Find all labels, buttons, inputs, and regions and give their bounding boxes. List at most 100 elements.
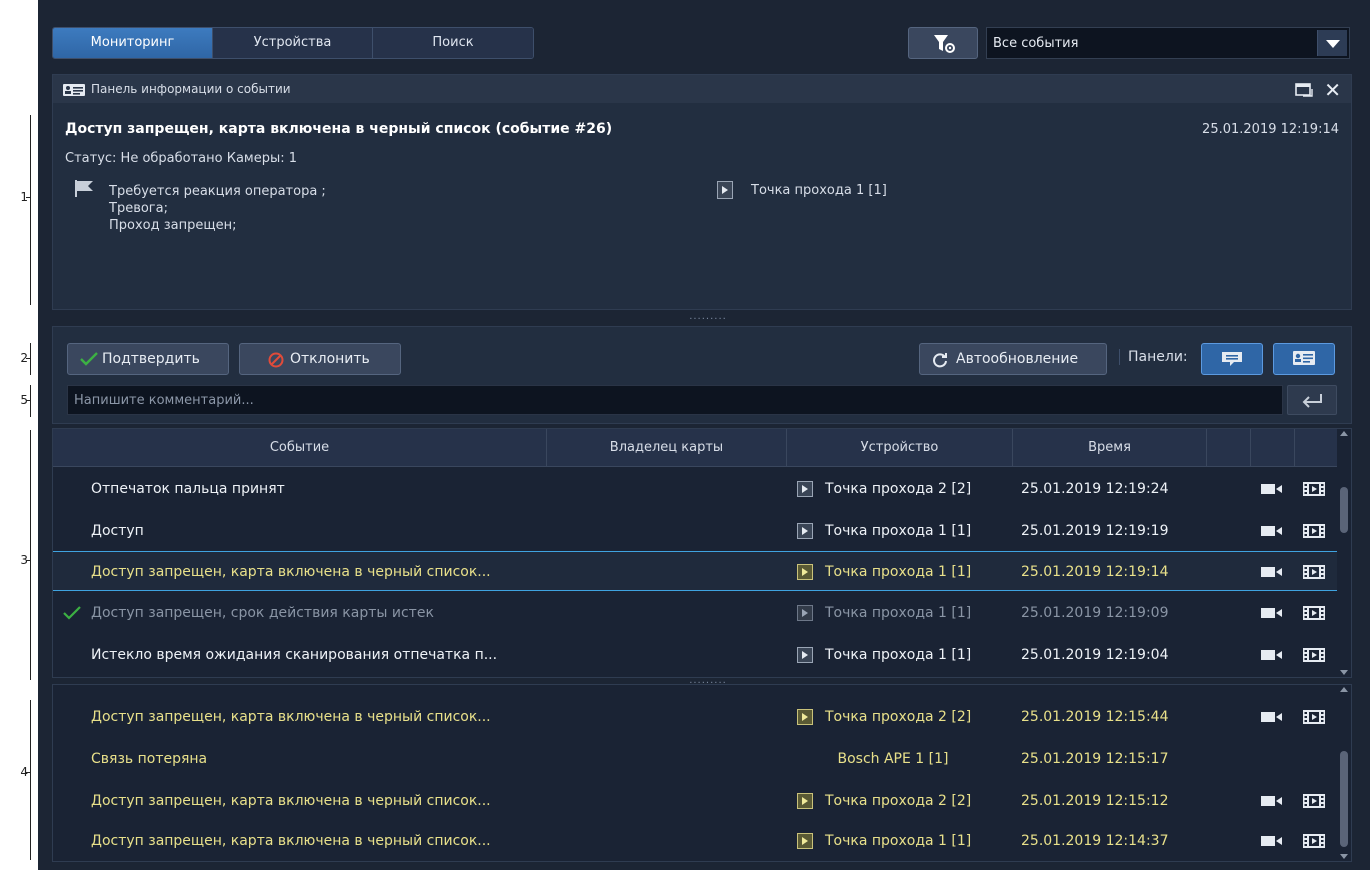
table-row[interactable]: Отпечаток пальца принят Точка прохода 2 … <box>53 469 1337 509</box>
scroll-down-icon[interactable] <box>1340 670 1348 675</box>
event-filter-value: Все события <box>993 36 1079 51</box>
row-time: 25.01.2019 12:19:09 <box>1021 605 1169 621</box>
callout-1: 1 <box>0 115 38 305</box>
camera-icon[interactable] <box>1261 607 1283 619</box>
autoupdate-button[interactable]: Автообновление <box>919 343 1107 375</box>
info-panel-title: Панель информации о событии <box>91 82 291 96</box>
panels-label: Панели: <box>1119 349 1188 365</box>
camera-icon[interactable] <box>1261 566 1283 578</box>
comment-field[interactable] <box>67 385 1283 415</box>
table-row[interactable]: Доступ запрещен, срок действия карты ист… <box>53 593 1337 633</box>
video-archive-icon[interactable] <box>1303 648 1325 662</box>
scroll-up-icon[interactable] <box>1340 431 1348 436</box>
comment-icon <box>1222 352 1242 366</box>
refresh-icon <box>933 353 947 368</box>
unprocessed-events-table: Доступ запрещен, карта включена в черный… <box>52 684 1352 862</box>
table-row[interactable]: Доступ Точка прохода 1 [1] 25.01.2019 12… <box>53 511 1337 551</box>
tab-search[interactable]: Поиск <box>373 28 533 58</box>
action-panel: Подтвердить Отклонить Автообновление Пан… <box>52 326 1352 424</box>
event-filter-select[interactable]: Все события <box>986 27 1350 59</box>
video-archive-icon[interactable] <box>1303 794 1325 808</box>
column-card-owner[interactable]: Владелец карты <box>547 429 787 467</box>
video-archive-icon[interactable] <box>1303 482 1325 496</box>
confirm-label: Подтвердить <box>102 351 200 367</box>
event-time: 25.01.2019 12:19:14 <box>1202 122 1339 137</box>
table-header: Событие Владелец карты Устройство Время <box>53 429 1337 467</box>
video-archive-icon[interactable] <box>1303 565 1325 579</box>
column-camera <box>1251 429 1295 467</box>
id-card-icon <box>1293 351 1315 365</box>
access-point-icon <box>797 833 813 849</box>
row-event: Доступ запрещен, карта включена в черный… <box>91 793 491 809</box>
access-point-icon <box>797 481 813 497</box>
event-reactions: Требуется реакция оператора ; Тревога; П… <box>109 183 326 234</box>
table-row-selected[interactable]: Доступ запрещен, карта включена в черный… <box>53 551 1337 591</box>
row-device: Точка прохода 2 [2] <box>825 793 972 809</box>
comment-input[interactable] <box>68 386 1282 414</box>
column-time[interactable]: Время <box>1013 429 1207 467</box>
event-access-point: Точка прохода 1 [1] <box>751 183 887 198</box>
access-point-icon <box>797 647 813 663</box>
column-video <box>1295 429 1337 467</box>
send-comment-button[interactable] <box>1287 385 1337 415</box>
camera-icon[interactable] <box>1261 795 1283 807</box>
splitter-handle[interactable]: ......... <box>678 312 738 322</box>
callout-3: 3 <box>0 430 38 680</box>
table-row[interactable]: Доступ запрещен, карта включена в черный… <box>53 821 1337 861</box>
filter-gear-icon <box>934 35 955 53</box>
access-point-icon <box>797 523 813 539</box>
column-extra-1 <box>1207 429 1251 467</box>
comment-panel-toggle[interactable] <box>1201 343 1263 375</box>
row-time: 25.01.2019 12:14:37 <box>1021 833 1169 849</box>
tab-monitoring[interactable]: Мониторинг <box>53 28 213 58</box>
column-device[interactable]: Устройство <box>787 429 1013 467</box>
row-event: Истекло время ожидания сканирования отпе… <box>91 647 498 663</box>
video-archive-icon[interactable] <box>1303 606 1325 620</box>
row-time: 25.01.2019 12:19:04 <box>1021 647 1169 663</box>
reject-button[interactable]: Отклонить <box>239 343 401 375</box>
row-event: Доступ запрещен, карта включена в черный… <box>91 833 491 849</box>
reaction-item: Проход запрещен; <box>109 218 237 233</box>
camera-icon[interactable] <box>1261 649 1283 661</box>
row-device: Точка прохода 1 [1] <box>825 564 972 580</box>
tab-devices[interactable]: Устройства <box>213 28 373 58</box>
row-device: Bosch APE 1 [1] <box>837 751 949 767</box>
reaction-item: Тревога; <box>109 201 168 216</box>
filter-settings-button[interactable] <box>908 27 978 59</box>
confirm-button[interactable]: Подтвердить <box>67 343 229 375</box>
events-scrollbar[interactable] <box>1337 429 1351 677</box>
scroll-thumb[interactable] <box>1340 487 1348 533</box>
row-device: Точка прохода 1 [1] <box>825 523 972 539</box>
reaction-item: Требуется реакция оператора ; <box>109 184 326 199</box>
unprocessed-scrollbar[interactable] <box>1337 685 1351 861</box>
row-event: Отпечаток пальца принят <box>91 481 285 497</box>
row-device: Точка прохода 2 [2] <box>825 481 972 497</box>
table-row[interactable]: Доступ запрещен, карта включена в черный… <box>53 781 1337 821</box>
scroll-up-icon[interactable] <box>1340 687 1348 692</box>
camera-icon[interactable] <box>1261 525 1283 537</box>
scroll-thumb[interactable] <box>1340 751 1348 847</box>
video-archive-icon[interactable] <box>1303 710 1325 724</box>
camera-icon[interactable] <box>1261 483 1283 495</box>
autoupdate-label: Автообновление <box>956 351 1079 367</box>
checkmark-icon <box>80 352 98 366</box>
reject-label: Отклонить <box>290 351 370 367</box>
table-row[interactable]: Доступ запрещен, карта включена в черный… <box>53 697 1337 737</box>
close-icon[interactable]: ✕ <box>1324 78 1341 102</box>
camera-icon[interactable] <box>1261 835 1283 847</box>
flag-icon <box>75 180 93 197</box>
table-row[interactable]: Связь потеряна Bosch APE 1 [1] 25.01.201… <box>53 739 1337 779</box>
column-event[interactable]: Событие <box>53 429 547 467</box>
dropdown-arrow-icon[interactable] <box>1317 30 1347 56</box>
restore-window-icon[interactable] <box>1295 83 1315 97</box>
row-event: Связь потеряна <box>91 751 208 767</box>
forbidden-icon <box>268 352 284 368</box>
video-archive-icon[interactable] <box>1303 524 1325 538</box>
scroll-down-icon[interactable] <box>1340 854 1348 859</box>
top-bar: Мониторинг Устройства Поиск Все события <box>38 0 1370 70</box>
camera-icon[interactable] <box>1261 711 1283 723</box>
table-row[interactable]: Истекло время ожидания сканирования отпе… <box>53 635 1337 675</box>
callout-4: 4 <box>0 700 38 860</box>
info-panel-toggle[interactable] <box>1273 343 1335 375</box>
video-archive-icon[interactable] <box>1303 834 1325 848</box>
